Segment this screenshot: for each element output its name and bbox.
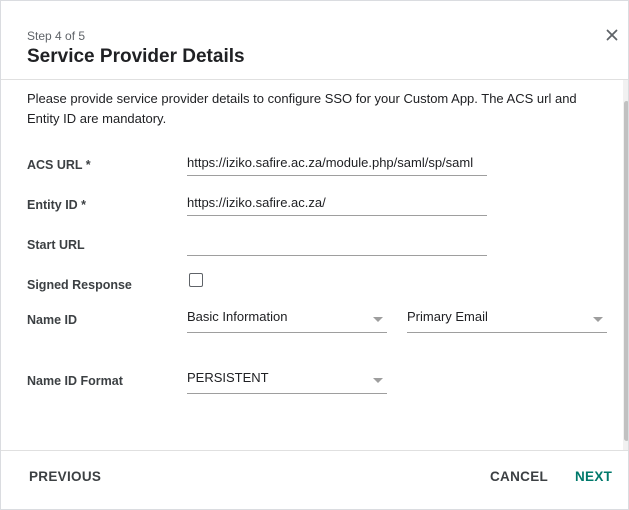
header-divider (1, 79, 628, 80)
previous-button[interactable]: PREVIOUS (29, 469, 101, 484)
dialog-description: Please provide service provider details … (27, 91, 577, 126)
entity-id-input[interactable] (187, 190, 487, 216)
acs-url-label: ACS URL * (27, 158, 91, 172)
acs-url-input[interactable] (187, 150, 487, 176)
name-id-category-value: Basic Information (187, 309, 288, 324)
next-button[interactable]: NEXT (575, 469, 612, 484)
dialog-title: Service Provider Details (27, 46, 245, 67)
entity-id-label: Entity ID * (27, 198, 87, 212)
name-id-field-value: Primary Email (407, 309, 488, 324)
chevron-down-icon (593, 317, 603, 322)
step-indicator: Step 4 of 5 (27, 29, 86, 43)
name-id-format-select[interactable]: PERSISTENT (187, 368, 387, 394)
chevron-down-icon (373, 317, 383, 322)
close-icon[interactable] (603, 26, 621, 44)
name-id-field-select[interactable]: Primary Email (407, 307, 607, 333)
start-url-label: Start URL (27, 238, 85, 252)
service-provider-dialog: Step 4 of 5 Service Provider Details Ple… (0, 0, 629, 510)
signed-response-label: Signed Response (27, 278, 132, 292)
start-url-input[interactable] (187, 230, 487, 256)
signed-response-checkbox[interactable] (189, 273, 203, 287)
name-id-category-select[interactable]: Basic Information (187, 307, 387, 333)
name-id-format-value: PERSISTENT (187, 370, 269, 385)
name-id-format-label: Name ID Format (27, 374, 123, 388)
scrollbar-thumb[interactable] (624, 101, 628, 441)
chevron-down-icon (373, 378, 383, 383)
name-id-label: Name ID (27, 313, 78, 327)
cancel-button[interactable]: CANCEL (490, 469, 548, 484)
footer-divider (1, 450, 628, 451)
